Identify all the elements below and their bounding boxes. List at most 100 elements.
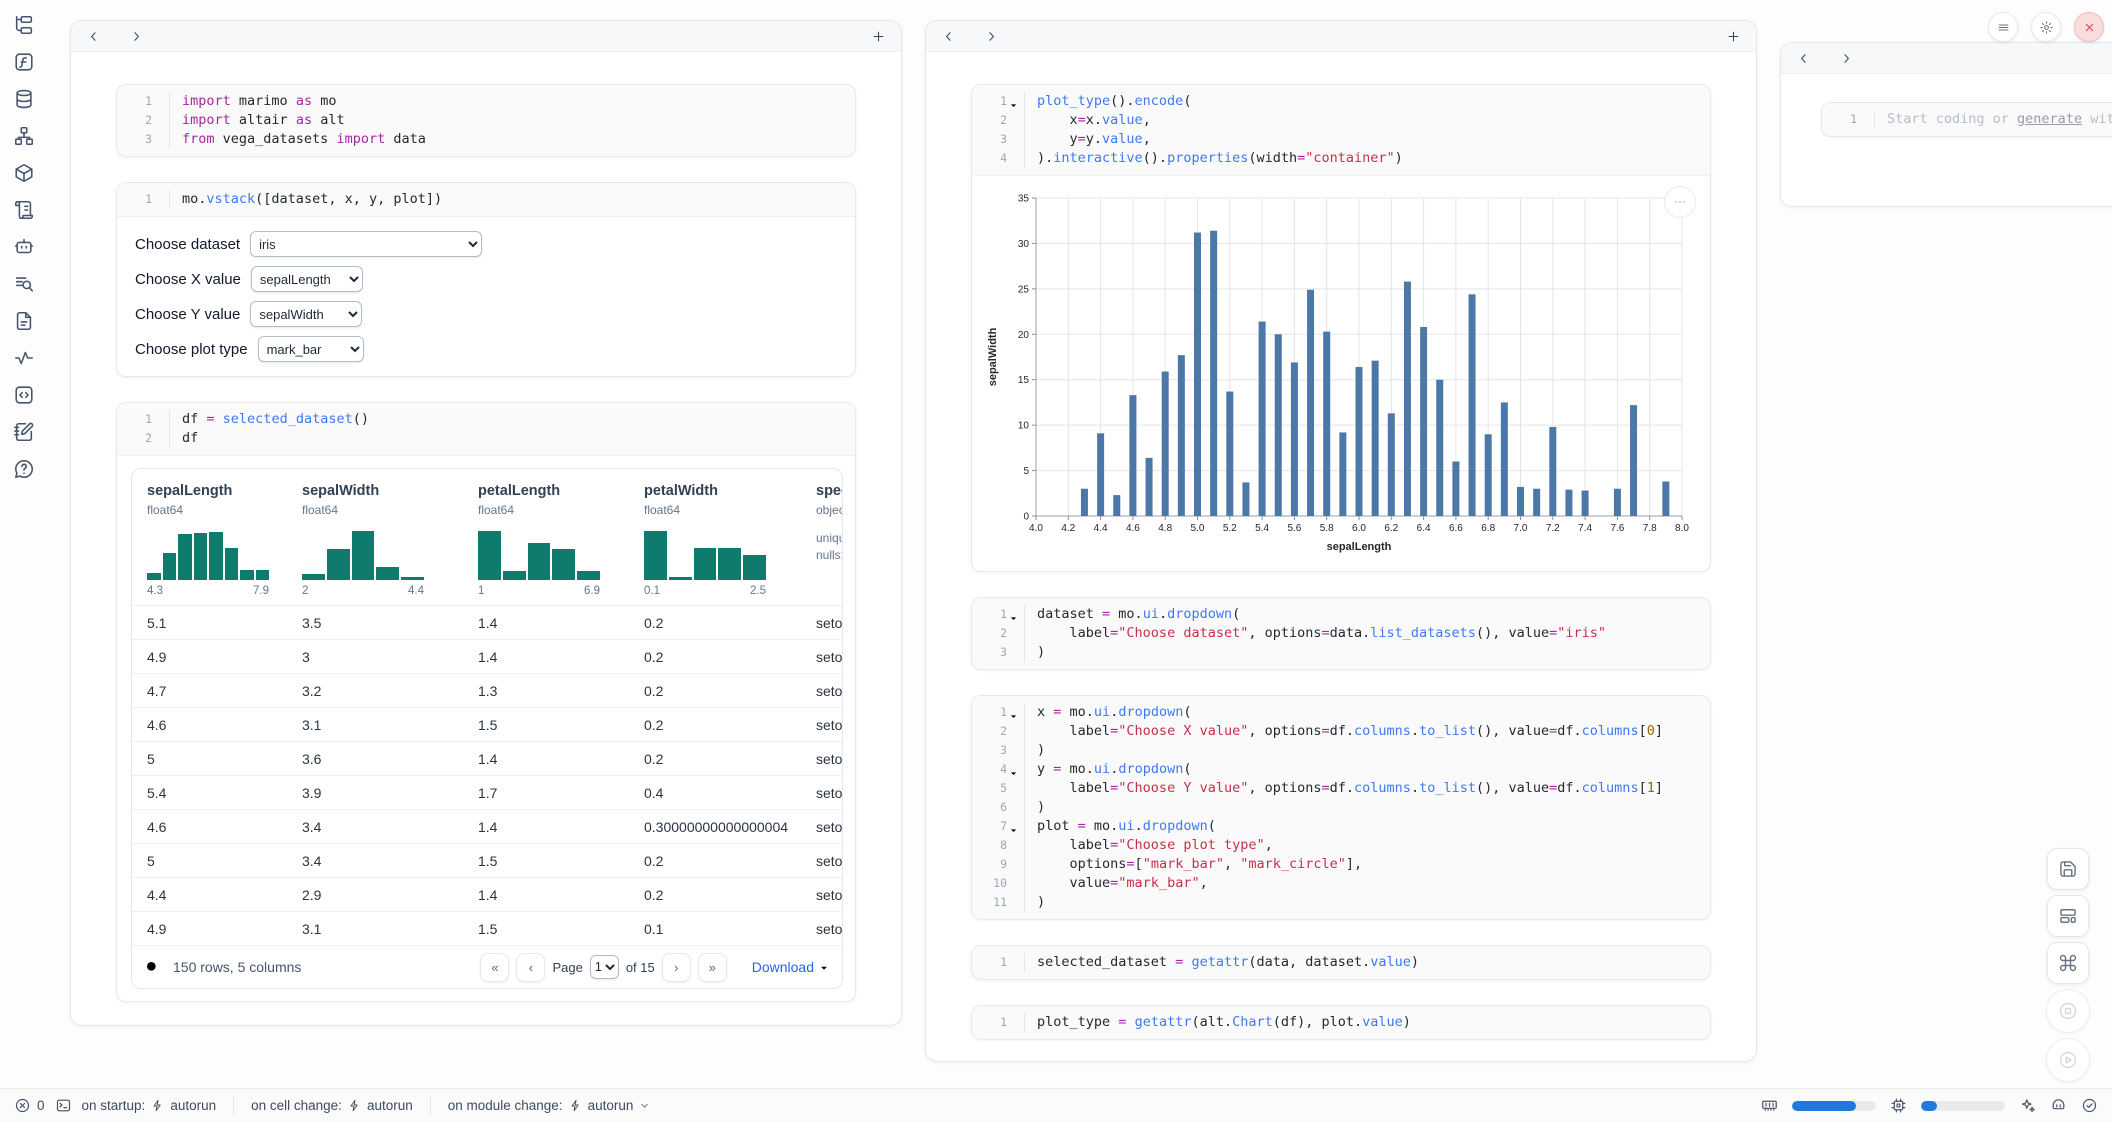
connection-status-icon[interactable] bbox=[2081, 1097, 2098, 1114]
sidebar-network-button[interactable] bbox=[13, 125, 35, 147]
code-line[interactable]: x=x.value, bbox=[1037, 111, 1151, 130]
code-line[interactable]: y = mo.ui.dropdown( bbox=[1037, 760, 1192, 779]
sidebar-text-search-button[interactable] bbox=[13, 273, 35, 295]
settings-button[interactable] bbox=[2031, 12, 2061, 42]
terminal-button[interactable] bbox=[55, 1097, 72, 1114]
run-button[interactable] bbox=[2046, 1038, 2090, 1082]
add-cell-icon[interactable] bbox=[871, 29, 886, 44]
dropdown-choose-dataset[interactable]: iris bbox=[250, 231, 482, 257]
code-cell-plot[interactable]: 1plot_type().encode(2 x=x.value,3 y=y.va… bbox=[971, 84, 1711, 572]
run-mode-on-startup[interactable]: on startup: autorun bbox=[82, 1098, 217, 1113]
code-line[interactable]: plot_type().encode( bbox=[1037, 92, 1191, 111]
chevron-left-icon[interactable] bbox=[1796, 51, 1811, 66]
column-header[interactable]: speciesobjectuniquenulls: bbox=[801, 469, 842, 605]
table-row[interactable]: 5.13.51.40.2setosa bbox=[132, 605, 842, 639]
sidebar-function-square-button[interactable] bbox=[13, 51, 35, 73]
close-button[interactable] bbox=[2074, 12, 2104, 42]
chevron-right-icon[interactable] bbox=[129, 29, 144, 44]
sidebar-file-tree-button[interactable] bbox=[13, 14, 35, 36]
chevron-right-icon[interactable] bbox=[984, 29, 999, 44]
dropdown-choose-x-value[interactable]: sepalLength bbox=[251, 266, 363, 292]
code-line[interactable]: ).interactive().properties(width="contai… bbox=[1037, 149, 1403, 168]
code-line[interactable]: from vega_datasets import data bbox=[182, 130, 426, 149]
chevron-right-icon[interactable] bbox=[1839, 51, 1854, 66]
table-row[interactable]: 4.93.11.50.1setosa bbox=[132, 911, 842, 945]
code-line[interactable]: y=y.value, bbox=[1037, 130, 1151, 149]
code-line[interactable]: df bbox=[182, 429, 198, 448]
sidebar-notebook-pen-button[interactable] bbox=[13, 421, 35, 443]
code-line[interactable]: options=["mark_bar", "mark_circle"], bbox=[1037, 855, 1362, 874]
table-row[interactable]: 4.931.40.2setosa bbox=[132, 639, 842, 673]
code-cell-vstack[interactable]: 1mo.vstack([dataset, x, y, plot]) Choose… bbox=[116, 182, 856, 377]
sidebar-file-text-button[interactable] bbox=[13, 310, 35, 332]
table-row[interactable]: 4.63.41.40.30000000000000004setosa bbox=[132, 809, 842, 843]
altair-bar-chart[interactable]: 4.04.24.44.64.85.05.25.45.65.86.06.26.46… bbox=[984, 188, 1698, 563]
column-header[interactable]: sepalWidthfloat6424.4 bbox=[287, 469, 463, 605]
stop-button[interactable] bbox=[2046, 989, 2090, 1033]
code-cell-xy-plot-dropdowns[interactable]: 1x = mo.ui.dropdown(2 label="Choose X va… bbox=[971, 695, 1711, 920]
table-row[interactable]: 5.43.91.70.4setosa bbox=[132, 775, 842, 809]
download-button[interactable]: Download bbox=[752, 959, 830, 975]
table-row[interactable]: 53.61.40.2setosa bbox=[132, 741, 842, 775]
first-page-button[interactable]: « bbox=[480, 953, 509, 982]
sidebar-help-bubble-button[interactable] bbox=[13, 458, 35, 480]
code-cell-dataframe[interactable]: 1df = selected_dataset()2df sepalLengthf… bbox=[116, 402, 856, 1002]
dropdown-choose-y-value[interactable]: sepalWidth bbox=[250, 301, 362, 327]
search-icon[interactable] bbox=[144, 959, 160, 975]
code-cell-dataset-dropdown[interactable]: 1dataset = mo.ui.dropdown(2 label="Choos… bbox=[971, 597, 1711, 670]
code-line[interactable]: df = selected_dataset() bbox=[182, 410, 369, 429]
code-placeholder[interactable]: Start coding or generate with AI bbox=[1887, 110, 2112, 129]
code-line[interactable]: import marimo as mo bbox=[182, 92, 336, 111]
previous-page-button[interactable]: ‹ bbox=[516, 953, 545, 982]
code-line[interactable]: x = mo.ui.dropdown( bbox=[1037, 703, 1192, 722]
run-mode-on-cell-change[interactable]: on cell change: autorun bbox=[251, 1098, 413, 1113]
command-palette-button[interactable] bbox=[2047, 942, 2089, 984]
sidebar-bot-message-button[interactable] bbox=[13, 236, 35, 258]
code-line[interactable]: value="mark_bar", bbox=[1037, 874, 1208, 893]
code-line[interactable]: label="Choose dataset", options=data.lis… bbox=[1037, 624, 1606, 643]
code-line[interactable]: import altair as alt bbox=[182, 111, 345, 130]
code-line[interactable]: plot = mo.ui.dropdown( bbox=[1037, 817, 1216, 836]
run-mode-on-module-change[interactable]: on module change: autorun bbox=[448, 1098, 651, 1113]
code-line[interactable]: ) bbox=[1037, 643, 1045, 662]
code-line[interactable]: ) bbox=[1037, 798, 1045, 817]
column-header[interactable]: petalWidthfloat640.12.5 bbox=[629, 469, 801, 605]
code-line[interactable]: dataset = mo.ui.dropdown( bbox=[1037, 605, 1240, 624]
code-line[interactable]: plot_type = getattr(alt.Chart(df), plot.… bbox=[1037, 1013, 1411, 1032]
code-line[interactable]: selected_dataset = getattr(data, dataset… bbox=[1037, 953, 1419, 972]
table-row[interactable]: 4.42.91.40.2setosa bbox=[132, 877, 842, 911]
error-counter[interactable]: 0 bbox=[14, 1097, 45, 1114]
layout-button[interactable] bbox=[2047, 895, 2089, 937]
sidebar-scroll-text-button[interactable] bbox=[13, 199, 35, 221]
ai-sparkles-icon[interactable] bbox=[2019, 1097, 2036, 1114]
generate-with-ai-link[interactable]: generate bbox=[2017, 111, 2082, 127]
sidebar-code-box-button[interactable] bbox=[13, 384, 35, 406]
column-header[interactable]: sepalLengthfloat644.37.9 bbox=[132, 469, 287, 605]
code-line[interactable]: label="Choose plot type", bbox=[1037, 836, 1273, 855]
menu-button[interactable] bbox=[1988, 12, 2018, 42]
last-page-button[interactable]: » bbox=[698, 953, 727, 982]
copilot-icon[interactable] bbox=[2050, 1097, 2067, 1114]
sidebar-database-button[interactable] bbox=[13, 88, 35, 110]
save-button[interactable] bbox=[2047, 848, 2089, 890]
table-row[interactable]: 4.63.11.50.2setosa bbox=[132, 707, 842, 741]
chart-actions-button[interactable] bbox=[1664, 186, 1696, 218]
chevron-left-icon[interactable] bbox=[941, 29, 956, 44]
table-row[interactable]: 53.41.50.2setosa bbox=[132, 843, 842, 877]
code-line[interactable]: mo.vstack([dataset, x, y, plot]) bbox=[182, 190, 442, 209]
code-cell-imports[interactable]: 1import marimo as mo2import altair as al… bbox=[116, 84, 856, 157]
table-row[interactable]: 4.73.21.30.2setosa bbox=[132, 673, 842, 707]
code-cell-plot-type[interactable]: 1plot_type = getattr(alt.Chart(df), plot… bbox=[971, 1005, 1711, 1040]
sidebar-package-button[interactable] bbox=[13, 162, 35, 184]
chevron-left-icon[interactable] bbox=[86, 29, 101, 44]
empty-code-cell[interactable]: 1 Start coding or generate with AI bbox=[1821, 102, 2112, 137]
dropdown-choose-plot-type[interactable]: mark_bar bbox=[258, 336, 364, 362]
code-cell-selected-dataset[interactable]: 1selected_dataset = getattr(data, datase… bbox=[971, 945, 1711, 980]
sidebar-activity-button[interactable] bbox=[13, 347, 35, 369]
page-select[interactable]: 1 bbox=[590, 955, 619, 979]
add-cell-icon[interactable] bbox=[1726, 29, 1741, 44]
code-line[interactable]: ) bbox=[1037, 893, 1045, 912]
code-line[interactable]: label="Choose X value", options=df.colum… bbox=[1037, 722, 1663, 741]
code-line[interactable]: label="Choose Y value", options=df.colum… bbox=[1037, 779, 1663, 798]
next-page-button[interactable]: › bbox=[662, 953, 691, 982]
